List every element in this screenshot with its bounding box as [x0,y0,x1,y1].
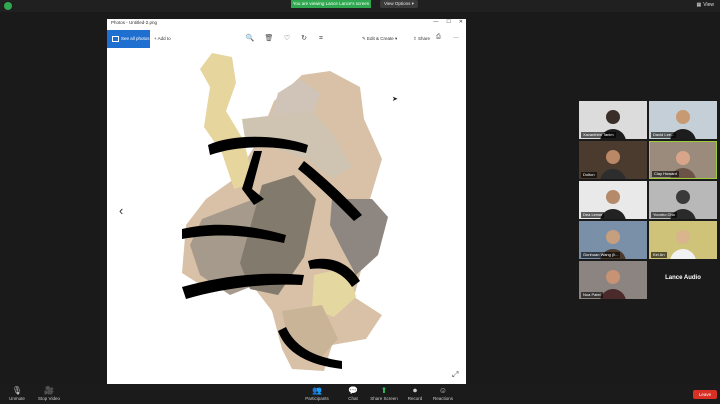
share-screen-icon: ⬆ [380,386,388,395]
favorite-icon[interactable]: ♡ [282,34,292,44]
stop-video-button[interactable]: 🎥 Stop Video [32,386,66,401]
participant-video-face [606,270,620,284]
unmute-icon: 🎙 [11,386,23,395]
edit-create-label: Edit & Create ▾ [367,36,398,41]
zoom-icon[interactable]: 🔍 [245,34,255,44]
print-icon[interactable]: ⎙ [436,34,441,41]
add-to-label: Add to [157,36,171,41]
participant-video-face [606,190,620,204]
minimize-icon[interactable]: — [433,19,438,25]
close-icon[interactable]: ✕ [459,19,463,25]
participant-video-face [676,151,690,165]
screen-share-banner: You are viewing Lance Lance's screen [291,0,371,8]
participant-tile[interactable]: Dolton [579,141,647,179]
share-label: Share [418,36,431,41]
participant-tile[interactable]: Lance Audio [649,261,717,299]
participant-video-body [600,169,626,179]
participants-icon: 👥 [312,386,322,395]
participant-tile[interactable]: David Lee... [649,101,717,139]
participant-name: Dea Lense [581,212,605,218]
participant-name: Yoonho Cho [651,212,677,218]
previous-arrow-icon[interactable]: ‹ [119,203,123,218]
stop-video-label: Stop Video [38,396,60,401]
photos-toolbar: See all photos + Add to 🔍 🗑 ♡ ↻ ⌗ ✎ Edit… [107,30,466,48]
participant-tile[interactable]: Noa Patel [579,261,647,299]
participant-name: Clay Howard [652,171,679,177]
participants-button[interactable]: 👥 Participants [300,386,334,401]
edit-create-button[interactable]: ✎ Edit & Create ▾ [362,30,397,48]
participant-name: Gunhuan Wang (li... [581,252,621,258]
chat-icon: 💬 [348,386,358,395]
security-shield-icon[interactable] [4,2,12,10]
view-label: View [703,2,714,8]
participant-tile[interactable]: Clay Howard [649,141,717,179]
participant-video-body [600,289,626,299]
participant-name: Xavanthim Tanim [581,132,616,138]
share-button[interactable]: ⇪ Share [413,30,430,48]
reactions-button[interactable]: ☺ Reactions [426,386,460,401]
gallery-icon [112,35,119,42]
participant-tile[interactable]: Kei An [649,221,717,259]
participant-video-face [676,230,690,244]
more-icon[interactable]: … [453,34,459,40]
see-all-photos-button[interactable]: See all photos [107,30,150,48]
chat-label: Chat [348,396,358,401]
participant-tile[interactable]: Dea Lense [579,181,647,219]
add-to-button[interactable]: + Add to [154,30,171,48]
reactions-icon: ☺ [438,386,448,395]
participant-name: Dolton [581,172,597,178]
reactions-label: Reactions [432,396,453,401]
expand-icon[interactable]: ⤢ [452,370,458,380]
see-all-label: See all photos [121,36,150,41]
unmute-label: Unmute [9,396,25,401]
crop-icon[interactable]: ⌗ [316,34,326,44]
window-controls: — ☐ ✕ [433,19,463,25]
maximize-icon[interactable]: ☐ [446,19,450,25]
participant-name: Noa Patel [581,292,603,298]
view-options-button[interactable]: View Options ▾ [380,0,418,8]
participant-tile[interactable]: Gunhuan Wang (li... [579,221,647,259]
participant-video-face [606,150,620,164]
photos-app-window: Photos - Untitled-2.png — ☐ ✕ See all ph… [107,19,466,385]
delete-icon[interactable]: 🗑 [264,34,274,44]
stop-video-icon: 🎥 [44,386,54,395]
participant-tile[interactable]: Yoonho Cho [649,181,717,219]
participant-name: Lance Audio [665,275,701,281]
participant-tile[interactable]: Xavanthim Tanim [579,101,647,139]
participant-name: Kei An [651,252,667,258]
participant-video-face [606,230,620,244]
participants-label: Participants [305,396,329,401]
window-title: Photos - Untitled-2.png [111,20,158,25]
share-screen-button[interactable]: ⬆ Share Screen [367,386,401,401]
view-button[interactable]: ▦ View [697,1,716,9]
participant-video-face [606,110,620,124]
chat-button[interactable]: 💬 Chat [336,386,370,401]
rotate-icon[interactable]: ↻ [299,34,309,44]
mouse-cursor-icon: ➤ [392,96,398,103]
meeting-top-bar: You are viewing Lance Lance's screen Vie… [0,0,720,12]
participant-video-face [676,190,690,204]
share-screen-label: Share Screen [370,396,398,401]
meeting-controls-bar: 10 Leave 🎙 Unmute 🎥 Stop Video 👥 Participants… [0,384,720,404]
displayed-artwork-image [182,53,388,371]
participant-video-face [676,110,690,124]
grid-icon: ▦ [696,2,702,8]
unmute-button[interactable]: 🎙 Unmute [0,386,34,401]
participant-name: David Lee... [651,132,677,138]
participant-video-body [670,249,696,259]
leave-button[interactable]: Leave [693,390,717,399]
